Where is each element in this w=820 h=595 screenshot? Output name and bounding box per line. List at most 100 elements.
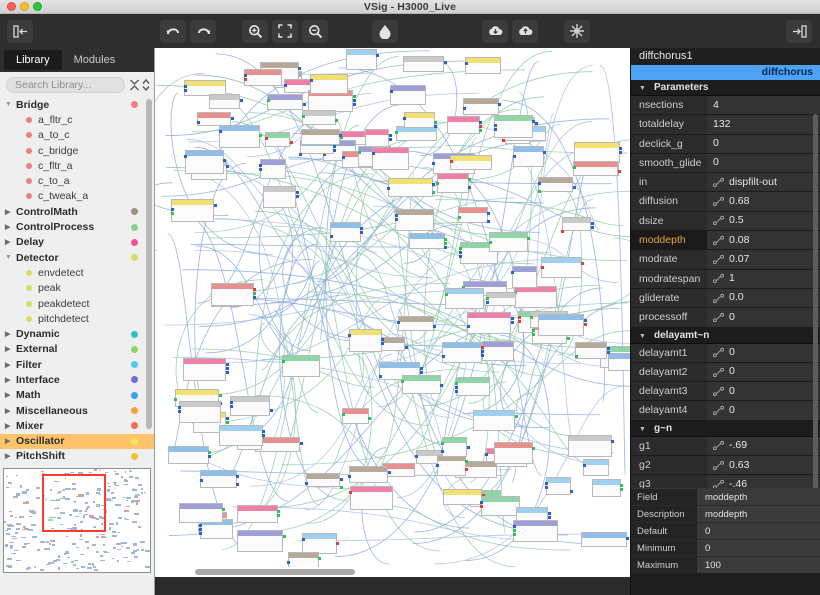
parameter-row[interactable]: declick_g0 <box>631 135 820 154</box>
parameter-link-icon[interactable] <box>713 273 724 284</box>
sidebar-item-math[interactable]: ▶Math <box>0 388 154 403</box>
patch-node-port[interactable] <box>318 557 321 560</box>
patch-node[interactable] <box>437 455 466 477</box>
patch-node-port[interactable] <box>253 292 256 295</box>
patch-node-port[interactable] <box>581 262 584 265</box>
patch-node[interactable] <box>538 314 584 336</box>
patch-node[interactable] <box>171 199 214 222</box>
patch-node[interactable] <box>514 286 557 308</box>
patch-node-port[interactable] <box>219 130 222 133</box>
close-window-button[interactable] <box>7 2 16 11</box>
patch-node-port[interactable] <box>389 138 392 141</box>
parameter-link-icon[interactable] <box>713 386 724 397</box>
patch-node-port[interactable] <box>342 156 345 159</box>
patch-node[interactable] <box>442 342 482 363</box>
patch-node-port[interactable] <box>287 561 290 564</box>
patch-node-port[interactable] <box>265 137 268 140</box>
patch-node[interactable] <box>219 125 259 148</box>
chevron-right-icon[interactable]: ▶ <box>5 345 16 353</box>
patch-node[interactable] <box>482 341 514 361</box>
patch-node[interactable] <box>237 505 278 523</box>
library-tree[interactable]: ▼Bridgea_fltr_ca_to_cc_bridgec_fltr_ac_t… <box>0 97 154 467</box>
patch-node-port[interactable] <box>283 535 286 538</box>
patch-node-port[interactable] <box>381 342 384 345</box>
patch-node-port[interactable] <box>434 121 437 124</box>
patch-node-port[interactable] <box>494 124 497 127</box>
patch-node-port[interactable] <box>226 363 229 366</box>
patch-node[interactable] <box>350 486 393 510</box>
parameter-value-cell[interactable]: 0.0 <box>707 289 820 307</box>
patch-node-port[interactable] <box>498 103 501 106</box>
patch-node-port[interactable] <box>305 482 308 485</box>
parameter-link-icon[interactable] <box>713 215 724 226</box>
patch-node-port[interactable] <box>401 380 404 383</box>
parameter-row[interactable]: modratespan 1 <box>631 270 820 289</box>
parameter-value-cell[interactable]: 0.07 <box>707 250 820 268</box>
patch-node-port[interactable] <box>282 360 285 363</box>
patch-node-port[interactable] <box>348 334 351 337</box>
inspector-section-delayamt-n[interactable]: ▼delayamt~n <box>631 328 820 344</box>
chevron-right-icon[interactable]: ▶ <box>5 238 16 246</box>
patch-node-port[interactable] <box>174 398 177 401</box>
sidebar-item-peak[interactable]: peak <box>0 281 154 296</box>
sidebar-item-pitchdetect[interactable]: pitchdetect <box>0 311 154 326</box>
parameter-link-icon[interactable] <box>713 479 724 488</box>
patch-node-port[interactable] <box>620 484 623 487</box>
patch-node-port[interactable] <box>567 337 570 340</box>
tab-library[interactable]: Library <box>4 50 62 70</box>
patch-node-port[interactable] <box>486 297 489 300</box>
patch-node-port[interactable] <box>538 190 541 193</box>
patch-node-port[interactable] <box>222 508 225 511</box>
patch-node-port[interactable] <box>226 165 229 168</box>
sidebar-item-bridge[interactable]: ▼Bridge <box>0 97 154 112</box>
patch-node-port[interactable] <box>298 67 301 70</box>
patch-node-port[interactable] <box>349 491 352 494</box>
patch-node-port[interactable] <box>395 131 398 134</box>
patch-node-port[interactable] <box>532 329 535 332</box>
parameter-value-cell[interactable]: 0.68 <box>707 192 820 210</box>
patch-node[interactable] <box>404 112 435 128</box>
patch-node-port[interactable] <box>290 141 293 144</box>
sidebar-item-c_to_a[interactable]: c_to_a <box>0 173 154 188</box>
undo-button[interactable] <box>160 20 186 43</box>
patch-node[interactable] <box>349 329 382 351</box>
sidebar-item-mixer[interactable]: ▶Mixer <box>0 418 154 433</box>
parameter-value-cell[interactable]: -.69 <box>707 437 820 455</box>
patch-node-port[interactable] <box>481 354 484 357</box>
parameter-link-icon[interactable] <box>713 460 724 471</box>
patch-node-port[interactable] <box>340 478 343 481</box>
sidebar-item-miscellaneous[interactable]: ▶Miscellaneous <box>0 403 154 418</box>
collapse-all-icon[interactable] <box>129 78 140 92</box>
patch-node-port[interactable] <box>584 323 587 326</box>
patch-node-port[interactable] <box>420 367 423 370</box>
patch-node-port[interactable] <box>296 195 299 198</box>
patch-node[interactable] <box>398 316 434 331</box>
patch-node-port[interactable] <box>479 125 482 128</box>
patch-node-port[interactable] <box>214 204 217 207</box>
parameter-link-icon[interactable] <box>713 254 724 265</box>
patch-node-port[interactable] <box>444 246 447 249</box>
parameter-value-cell[interactable]: -.46 <box>707 475 820 488</box>
patch-node-port[interactable] <box>434 125 437 128</box>
patch-node-port[interactable] <box>479 129 482 132</box>
chevron-right-icon[interactable]: ▶ <box>5 361 16 369</box>
patch-node-port[interactable] <box>219 394 222 397</box>
inspector-section-parameters[interactable]: ▼Parameters <box>631 80 820 96</box>
patch-node-port[interactable] <box>607 347 610 350</box>
patch-node-port[interactable] <box>561 230 564 233</box>
canvas-hscrollbar[interactable] <box>155 567 625 577</box>
zoom-out-button[interactable] <box>302 20 328 43</box>
parameter-row[interactable]: gliderate 0.0 <box>631 289 820 308</box>
patch-node[interactable] <box>573 161 618 176</box>
parameter-value-cell[interactable]: 1 <box>707 270 820 288</box>
parameter-row[interactable]: smooth_glide0 <box>631 154 820 173</box>
patch-node-port[interactable] <box>405 346 408 349</box>
parameter-row[interactable]: delayamt3 0 <box>631 382 820 401</box>
patch-node[interactable] <box>388 178 433 196</box>
patch-node-port[interactable] <box>208 455 211 458</box>
patch-node-port[interactable] <box>591 222 594 225</box>
sidebar-item-peakdetect[interactable]: peakdetect <box>0 296 154 311</box>
patch-node-port[interactable] <box>415 455 418 458</box>
patch-node[interactable] <box>209 94 240 109</box>
patch-node[interactable] <box>211 283 253 306</box>
